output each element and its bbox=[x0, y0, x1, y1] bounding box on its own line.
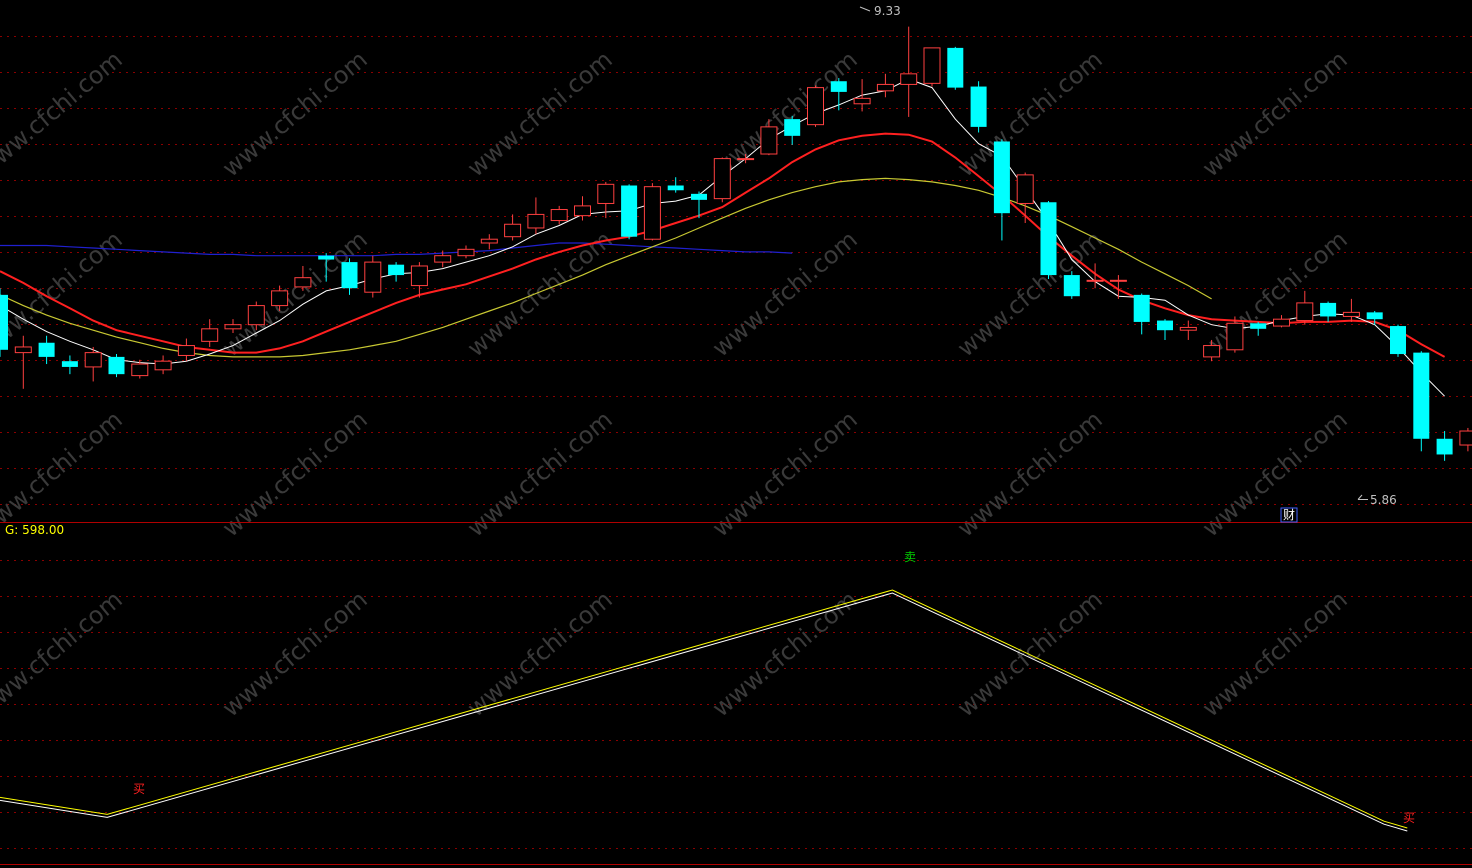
candle-body-38 bbox=[876, 83, 894, 92]
candle-body-40 bbox=[923, 47, 941, 84]
candle-body-61 bbox=[1413, 352, 1430, 439]
candle-body-37 bbox=[853, 97, 871, 105]
candle-body-42 bbox=[970, 86, 987, 127]
candle-body-23 bbox=[527, 213, 545, 229]
candle-body-24 bbox=[550, 209, 568, 222]
candle-body-33 bbox=[760, 126, 778, 155]
candle-body-7 bbox=[154, 360, 172, 371]
candle-body-41 bbox=[947, 47, 964, 88]
candle-body-27 bbox=[621, 185, 638, 237]
candle-body-59 bbox=[1366, 312, 1383, 320]
candle-body-5 bbox=[108, 356, 125, 375]
candle-body-12 bbox=[271, 290, 289, 307]
finance-badge[interactable]: 财 bbox=[1280, 507, 1298, 523]
candle-body-57 bbox=[1320, 302, 1337, 317]
candle-body-10 bbox=[224, 324, 242, 330]
candle-body-55 bbox=[1273, 318, 1290, 327]
candle-body-9 bbox=[201, 328, 219, 342]
candle-body-52 bbox=[1203, 345, 1221, 358]
candle-body-58 bbox=[1342, 311, 1360, 317]
candle-body-35 bbox=[807, 87, 824, 126]
candle-body-4 bbox=[84, 352, 102, 368]
candle-body-22 bbox=[504, 223, 522, 238]
candle-body-2 bbox=[38, 342, 55, 357]
candle-body-15 bbox=[341, 262, 358, 289]
candle-body-53 bbox=[1226, 322, 1244, 351]
candle-body-47 bbox=[1086, 279, 1104, 282]
candle-body-54 bbox=[1250, 323, 1267, 329]
candle-body-17 bbox=[388, 264, 405, 276]
candle-body-31 bbox=[713, 158, 731, 200]
candle-body-0 bbox=[0, 294, 8, 350]
candle-body-21 bbox=[480, 238, 498, 244]
candle-body-62 bbox=[1436, 438, 1453, 455]
candle-body-8 bbox=[177, 345, 195, 356]
indicator-value-label: G: 598.00 bbox=[5, 523, 64, 537]
candle-body-13 bbox=[294, 277, 312, 288]
candle-body-28 bbox=[643, 186, 661, 240]
candle-body-51 bbox=[1179, 326, 1197, 331]
finance-badge-label: 财 bbox=[1283, 508, 1295, 522]
candle-body-26 bbox=[597, 183, 615, 204]
buy-signal-label-2: 买 bbox=[1403, 811, 1415, 825]
candle-body-6 bbox=[131, 363, 149, 377]
candle-body-60 bbox=[1390, 326, 1406, 355]
candle-body-48 bbox=[1109, 279, 1127, 282]
buy-signal-label: 买 bbox=[133, 782, 145, 796]
candle-body-29 bbox=[667, 185, 684, 191]
candle-body-63 bbox=[1459, 430, 1472, 446]
candle-body-32 bbox=[737, 158, 755, 161]
candle-body-56 bbox=[1296, 302, 1314, 322]
candle-body-36 bbox=[830, 81, 847, 92]
candle-body-30 bbox=[691, 193, 707, 200]
low-price-label: 5.86 bbox=[1370, 493, 1397, 507]
candle-body-39 bbox=[900, 73, 918, 85]
candle-body-44 bbox=[1016, 174, 1034, 204]
candle-body-19 bbox=[434, 255, 452, 263]
candle-body-18 bbox=[410, 265, 428, 287]
candle-body-43 bbox=[993, 141, 1010, 214]
sell-signal-label: 卖 bbox=[904, 550, 916, 564]
high-price-label: 9.33 bbox=[874, 4, 901, 18]
candle-body-14 bbox=[318, 255, 335, 260]
candle-body-46 bbox=[1063, 275, 1080, 297]
candle-body-20 bbox=[457, 248, 475, 257]
candle-body-45 bbox=[1040, 202, 1057, 276]
candle-body-3 bbox=[61, 361, 78, 367]
candle-body-25 bbox=[574, 205, 591, 217]
candle-body-16 bbox=[364, 261, 382, 293]
candle-body-34 bbox=[784, 119, 801, 136]
candle-body-1 bbox=[14, 346, 32, 354]
candle-body-11 bbox=[247, 305, 265, 326]
candle-body-49 bbox=[1133, 294, 1150, 322]
stock-chart[interactable]: www.cfchi.com www.cfchi.com www.cfchi.com w… bbox=[0, 0, 1472, 868]
candle-body-50 bbox=[1157, 320, 1173, 331]
